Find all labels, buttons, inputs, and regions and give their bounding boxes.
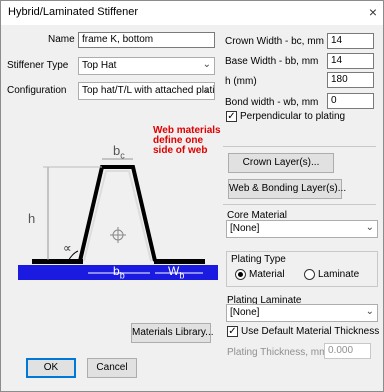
chevron-down-icon: ⌄: [365, 222, 374, 233]
bb-label: bb: [113, 264, 125, 280]
name-input[interactable]: frame K, bottom: [78, 32, 215, 48]
perpendicular-label: Perpendicular to plating: [240, 111, 346, 122]
stiffener-diagram: Web materials define one side of web bc …: [18, 123, 221, 293]
core-material-select[interactable]: [None] ⌄: [226, 220, 378, 238]
chevron-down-icon: ⌄: [365, 306, 374, 317]
separator: [223, 204, 376, 205]
plating-thickness-label: Plating Thickness, mm: [227, 347, 328, 358]
bond-width-input[interactable]: 0: [327, 93, 374, 109]
core-material-value: [None]: [230, 223, 260, 234]
bc-label: bc: [113, 143, 125, 161]
plating-thickness-input[interactable]: 0.000: [324, 343, 371, 359]
left-flange: [32, 259, 83, 264]
close-icon[interactable]: ×: [369, 4, 377, 20]
wb-label: Wb: [168, 264, 184, 280]
configuration-label: Configuration: [7, 85, 67, 96]
web-materials-note: Web materials define one side of web: [153, 125, 221, 156]
bb-letter: b: [113, 264, 120, 278]
plating-laminate-value: [None]: [230, 307, 260, 318]
chevron-down-icon: ⌄: [202, 59, 211, 70]
plating-laminate-option-label: Laminate: [318, 269, 360, 280]
configuration-select[interactable]: Top hat/T/L with attached plati ⌄: [78, 82, 215, 100]
ok-button[interactable]: OK: [26, 358, 76, 378]
crown-width-label: Crown Width - bc, mm: [225, 36, 324, 47]
bb-subscript: b: [119, 270, 125, 281]
window-title: Hybrid/Laminated Stiffener: [8, 6, 139, 18]
bond-width-label: Bond width - wb, mm: [225, 97, 319, 108]
bc-subscript: c: [120, 150, 125, 161]
chevron-down-icon: ⌄: [202, 84, 211, 95]
crown-width-input[interactable]: 14: [327, 33, 374, 49]
base-width-input[interactable]: 14: [327, 53, 374, 69]
title-bar: Hybrid/Laminated Stiffener ×: [1, 1, 383, 25]
configuration-value: Top hat/T/L with attached plati: [82, 85, 215, 96]
plating-material-label: Material: [249, 269, 285, 280]
name-label: Name: [48, 34, 75, 45]
stiffener-type-label: Stiffener Type: [7, 60, 69, 71]
wb-letter: W: [168, 264, 180, 278]
base-width-label: Base Width - bb, mm: [225, 56, 319, 67]
alpha-label: ∝: [63, 241, 72, 255]
hat-web: [78, 165, 157, 262]
materials-library-button[interactable]: Materials Library...: [131, 323, 214, 343]
stiffener-type-select[interactable]: Top Hat ⌄: [78, 57, 215, 75]
separator: [223, 146, 376, 147]
plating-type-label: Plating Type: [231, 254, 286, 265]
stiffener-type-value: Top Hat: [82, 60, 117, 71]
use-default-thickness-label: Use Default Material Thickness: [241, 326, 380, 337]
hat-web-inner: [83, 170, 152, 262]
use-default-thickness-checkbox[interactable]: ✓: [227, 326, 238, 337]
h-input[interactable]: 180: [327, 72, 374, 88]
wb-subscript: b: [179, 270, 185, 281]
stiffener-dialog: Hybrid/Laminated Stiffener × Name frame …: [0, 0, 384, 392]
perpendicular-checkbox[interactable]: ✓: [226, 111, 237, 122]
h-label: h (mm): [225, 76, 257, 87]
h-dim-label: h: [28, 211, 36, 226]
plating-material-radio[interactable]: [235, 269, 246, 280]
cancel-button[interactable]: Cancel: [87, 358, 137, 378]
web-bonding-layers-button[interactable]: Web & Bonding Layer(s)...: [228, 179, 346, 199]
plating-laminate-select[interactable]: [None] ⌄: [226, 304, 378, 322]
plating-laminate-radio[interactable]: [304, 269, 315, 280]
crown-layers-button[interactable]: Crown Layer(s)...: [228, 153, 334, 173]
